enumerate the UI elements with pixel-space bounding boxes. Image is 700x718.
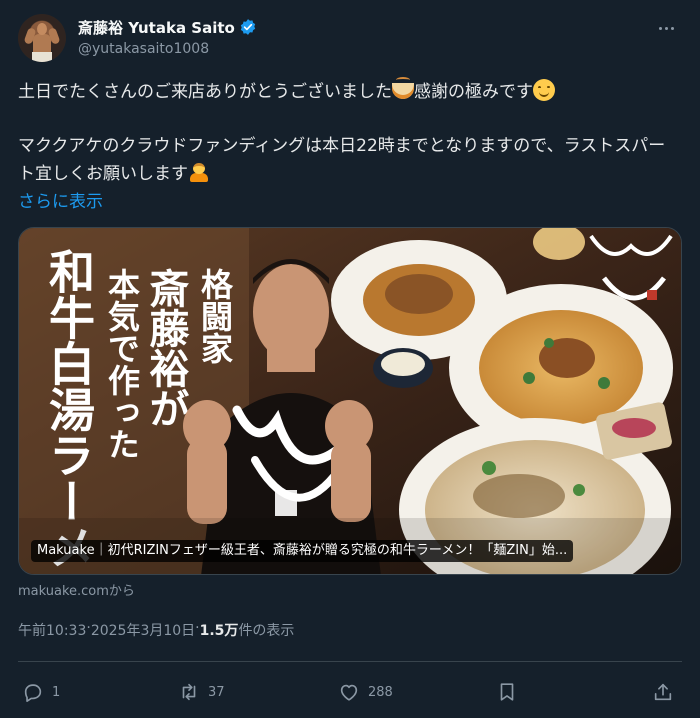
tweet-line-2: マククアケのクラウドファンディングは本日22時までとなりますので、ラストスパート…	[18, 136, 666, 184]
link-source[interactable]: makuake.comから	[18, 580, 135, 599]
tweet-time[interactable]: 午前10:33	[18, 620, 86, 640]
tweet-date[interactable]: 2025年3月10日	[91, 620, 195, 640]
card-caption: Makuake｜初代RIZINフェザー級王者、斎藤裕が贈る究極の和牛ラーメン！「…	[31, 540, 574, 562]
share-icon	[654, 683, 672, 701]
tweet-line-1: 土日でたくさんのご来店ありがとうございました 感謝の極みです	[18, 77, 682, 106]
card-image: 格闘家 斎藤裕が 本気で作った 和牛白湯ラーメン	[19, 228, 681, 574]
author-name-row: 斎藤裕 Yutaka Saito	[78, 16, 257, 38]
tweet-actions: 1 37 288	[18, 676, 682, 708]
svg-text:斎藤裕が: 斎藤裕が	[143, 268, 190, 428]
link-card[interactable]: 格闘家 斎藤裕が 本気で作った 和牛白湯ラーメン Makuake｜初代RIZIN…	[18, 227, 682, 575]
author-handle[interactable]: @yutakasaito1008	[78, 41, 209, 57]
tweet-body: 土日でたくさんのご来店ありがとうございました 感謝の極みです マククアケのクラウド…	[18, 77, 682, 216]
bookmark-icon	[500, 683, 514, 701]
retweet-icon	[182, 683, 196, 701]
author-display-name[interactable]: 斎藤裕 Yutaka Saito	[78, 17, 235, 38]
more-options-icon[interactable]	[652, 18, 680, 38]
tweet-meta: 午前10:33 · 2025年3月10日 · 1.5万 件の表示	[18, 620, 295, 640]
views-label: 件の表示	[238, 623, 295, 639]
bookmark-button[interactable]	[496, 676, 518, 708]
heart-icon	[340, 684, 358, 701]
bowing-person-emoji-icon	[188, 161, 210, 183]
reply-count: 1	[52, 684, 61, 700]
author-avatar[interactable]	[18, 14, 66, 62]
smiling-face-emoji-icon	[533, 79, 555, 101]
tweet-header: 斎藤裕 Yutaka Saito @yutakasaito1008	[18, 14, 682, 62]
views-count: 1.5万	[199, 623, 239, 639]
like-count: 288	[368, 684, 393, 700]
divider	[18, 661, 682, 662]
retweet-count: 37	[208, 684, 225, 700]
ramen-emoji-icon	[392, 77, 414, 99]
verified-badge-icon	[240, 19, 256, 35]
svg-text:本気で作った: 本気で作った	[103, 268, 141, 460]
show-more-link[interactable]: さらに表示	[18, 192, 103, 212]
reply-button[interactable]: 1	[22, 676, 60, 708]
like-button[interactable]: 288	[338, 676, 393, 708]
reply-icon	[24, 684, 42, 702]
retweet-button[interactable]: 37	[178, 676, 225, 708]
svg-text:格闘家: 格闘家	[196, 268, 234, 364]
share-button[interactable]	[652, 676, 674, 708]
